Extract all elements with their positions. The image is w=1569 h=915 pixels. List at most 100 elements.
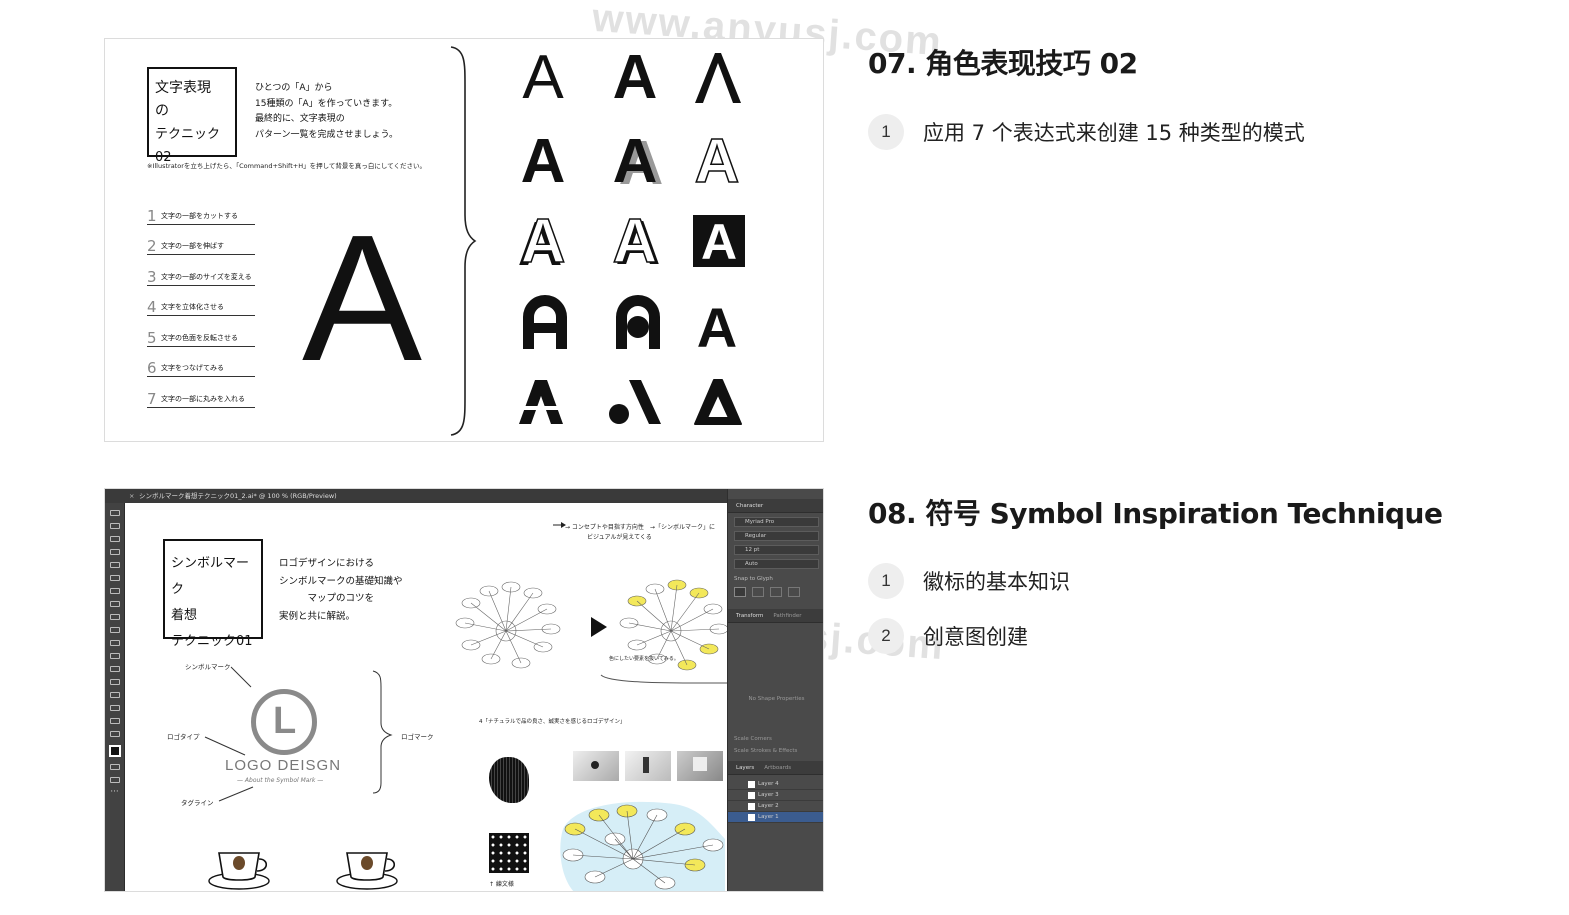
- tools-panel: ···: [105, 503, 125, 891]
- photo-thumbnail-1: [573, 751, 619, 781]
- technique-text: 文字の色面を反転させる: [161, 333, 238, 342]
- letter-variant-rounded: [515, 295, 575, 355]
- letter-variant-circle: [608, 295, 668, 355]
- desc-line: ひとつの「A」から: [255, 83, 333, 93]
- mindmap-note: 色にしたい要素を抜いてみる。: [609, 656, 679, 662]
- layers-tabs: Layers Artboards: [728, 761, 823, 775]
- screen-mode-icon[interactable]: [109, 777, 120, 783]
- scale-strokes-checkbox[interactable]: Scale Strokes & Effects: [728, 745, 823, 757]
- draw-mode-icon[interactable]: [109, 764, 120, 770]
- item-label: 应用 7 个表达式来创建 15 种类型的模式: [923, 121, 1305, 145]
- photo-thumbnail-2: [625, 751, 671, 781]
- curly-brace-icon: [450, 46, 477, 436]
- layer-thumbnail: [748, 792, 755, 799]
- layer-row[interactable]: Layer 2: [728, 801, 823, 812]
- logo-type: LOGO DEISGN: [225, 757, 342, 774]
- desc-line: 15種類の「A」を作っていきます。: [255, 98, 398, 109]
- technique-number: 1: [147, 206, 157, 225]
- letter-variant-inverted: A: [693, 215, 745, 269]
- hand-tool-icon[interactable]: [109, 718, 120, 724]
- layer-thumbnail: [748, 803, 755, 810]
- rotate-tool-icon[interactable]: [109, 627, 120, 633]
- letter-variant-cut: A: [522, 43, 564, 112]
- tab-character[interactable]: Character: [728, 499, 823, 513]
- layer-row[interactable]: Layer 3: [728, 790, 823, 801]
- technique-item: 2 文字の一部を伸ばす: [147, 225, 255, 255]
- title-line: の: [155, 103, 169, 119]
- font-family-field[interactable]: Myriad Pro: [734, 517, 819, 527]
- logo-symbol-mark: L: [251, 689, 317, 755]
- artboard-canvas[interactable]: シンボルマーク 着想 テクニック01 ロゴデザインにおける シンボルマークの基礎…: [125, 503, 727, 891]
- artboard-tool-icon[interactable]: [109, 705, 120, 711]
- technique-item: 7 文字の一部に丸みを入れる: [147, 377, 255, 408]
- section-08-item: 1 徽标的基本知识: [868, 563, 1070, 599]
- no-shape-properties: No Shape Properties: [748, 696, 805, 702]
- letter-variant-dot: [605, 375, 665, 435]
- tab-transform[interactable]: Transform: [736, 609, 763, 622]
- letter-variant-3d: A: [520, 207, 566, 276]
- brush-tool-icon[interactable]: [109, 562, 120, 568]
- leading-field[interactable]: Auto: [734, 559, 819, 569]
- snap-button-icon[interactable]: [752, 587, 764, 597]
- curvature-tool-icon[interactable]: [109, 549, 120, 555]
- snap-button-icon[interactable]: [770, 587, 782, 597]
- paintbrush-tool-icon[interactable]: [109, 601, 120, 607]
- gradient-tool-icon[interactable]: [109, 666, 120, 672]
- blend-tool-icon[interactable]: [109, 692, 120, 698]
- direct-selection-tool-icon[interactable]: [109, 523, 120, 529]
- technique-item: 1 文字の一部をカットする: [147, 194, 255, 225]
- coffee-cup-icon: [208, 852, 270, 890]
- title-line: 文字表現: [155, 80, 211, 96]
- transform-tabs: Transform Pathfinder: [728, 609, 823, 623]
- properties-panel: Character Myriad Pro Regular 12 pt Auto …: [727, 489, 823, 891]
- item-number-badge: 1: [868, 563, 904, 599]
- selection-tool-icon[interactable]: [109, 510, 120, 516]
- layer-thumbnail: [748, 814, 755, 821]
- snap-button-icon[interactable]: [734, 587, 746, 597]
- scale-corners-checkbox[interactable]: Scale Corners: [728, 733, 823, 745]
- layer-row-selected[interactable]: Layer 1: [728, 812, 823, 823]
- layer-row[interactable]: Layer 4: [728, 779, 823, 790]
- letter-variant-round-triangle: [687, 375, 747, 435]
- mindmap-highlight-diagram: [560, 801, 725, 891]
- lesson-description: ひとつの「A」から 15種類の「A」を作っていきます。 最終的に、文字表現の パ…: [255, 81, 415, 143]
- technique-item: 4 文字を立体化させる: [147, 286, 255, 316]
- desc-line: パターン一覧を完成させましょう。: [255, 129, 399, 140]
- arrow-note: → コンセプトや目指す方向性 →「シンボルマーク」に: [565, 524, 715, 531]
- type-tool-icon[interactable]: [109, 614, 120, 620]
- letter-variant-stretch: A: [612, 43, 658, 112]
- layers-list: Layer 4 Layer 3 Layer 2 Layer 1: [728, 779, 823, 823]
- technique-number: 4: [147, 298, 157, 316]
- technique-item: 6 文字をつなげてみる: [147, 347, 255, 377]
- section-note: 4「ナチュラルで品の良さ、誠実さを感じるロゴデザイン」: [479, 719, 626, 725]
- pen-tool-icon[interactable]: [109, 536, 120, 542]
- tab-layers[interactable]: Layers: [736, 761, 754, 774]
- document-tab[interactable]: × シンボルマーク着想テクニック01_2.ai* @ 100 % (RGB/Pr…: [105, 489, 823, 503]
- snap-button-icon[interactable]: [788, 587, 800, 597]
- rectangle-tool-icon[interactable]: [109, 588, 120, 594]
- more-tools-icon[interactable]: ···: [105, 787, 124, 797]
- lesson-07-preview: 文字表現 の テクニック02 ひとつの「A」から 15種類の「A」を作っていきま…: [104, 38, 824, 442]
- lesson-08-illustrator-screenshot: × シンボルマーク着想テクニック01_2.ai* @ 100 % (RGB/Pr…: [104, 488, 824, 892]
- font-style-field[interactable]: Regular: [734, 531, 819, 541]
- tab-artboards[interactable]: Artboards: [764, 761, 791, 774]
- zoom-tool-icon[interactable]: [109, 731, 120, 737]
- scale-tool-icon[interactable]: [109, 640, 120, 646]
- technique-number: 2: [147, 237, 157, 255]
- technique-list: 1 文字の一部をカットする 2 文字の一部を伸ばす 3 文字の一部のサイズを変える 4…: [147, 194, 277, 408]
- tab-pathfinder[interactable]: Pathfinder: [773, 609, 801, 622]
- document-title: シンボルマーク着想テクニック01_2.ai* @ 100 % (RGB/Prev…: [139, 492, 337, 500]
- snap-buttons: [728, 585, 823, 599]
- pattern-image: [489, 833, 529, 873]
- eyedropper-tool-icon[interactable]: [109, 679, 120, 685]
- font-size-field[interactable]: 12 pt: [734, 545, 819, 555]
- shape-builder-tool-icon[interactable]: [109, 653, 120, 659]
- fill-stroke-swatch-icon[interactable]: [108, 745, 121, 757]
- lesson-title-box: 文字表現 の テクニック02: [147, 67, 237, 165]
- close-icon[interactable]: ×: [129, 489, 134, 503]
- pencil-tool-icon[interactable]: [109, 575, 120, 581]
- coffee-cup-icon: [336, 852, 398, 890]
- lesson-note: ※Illustratorを立ち上げたら、「Command+Shift+H」を押し…: [147, 162, 427, 170]
- layer-name: Layer 2: [758, 803, 779, 809]
- technique-text: 文字を立体化させる: [161, 303, 224, 311]
